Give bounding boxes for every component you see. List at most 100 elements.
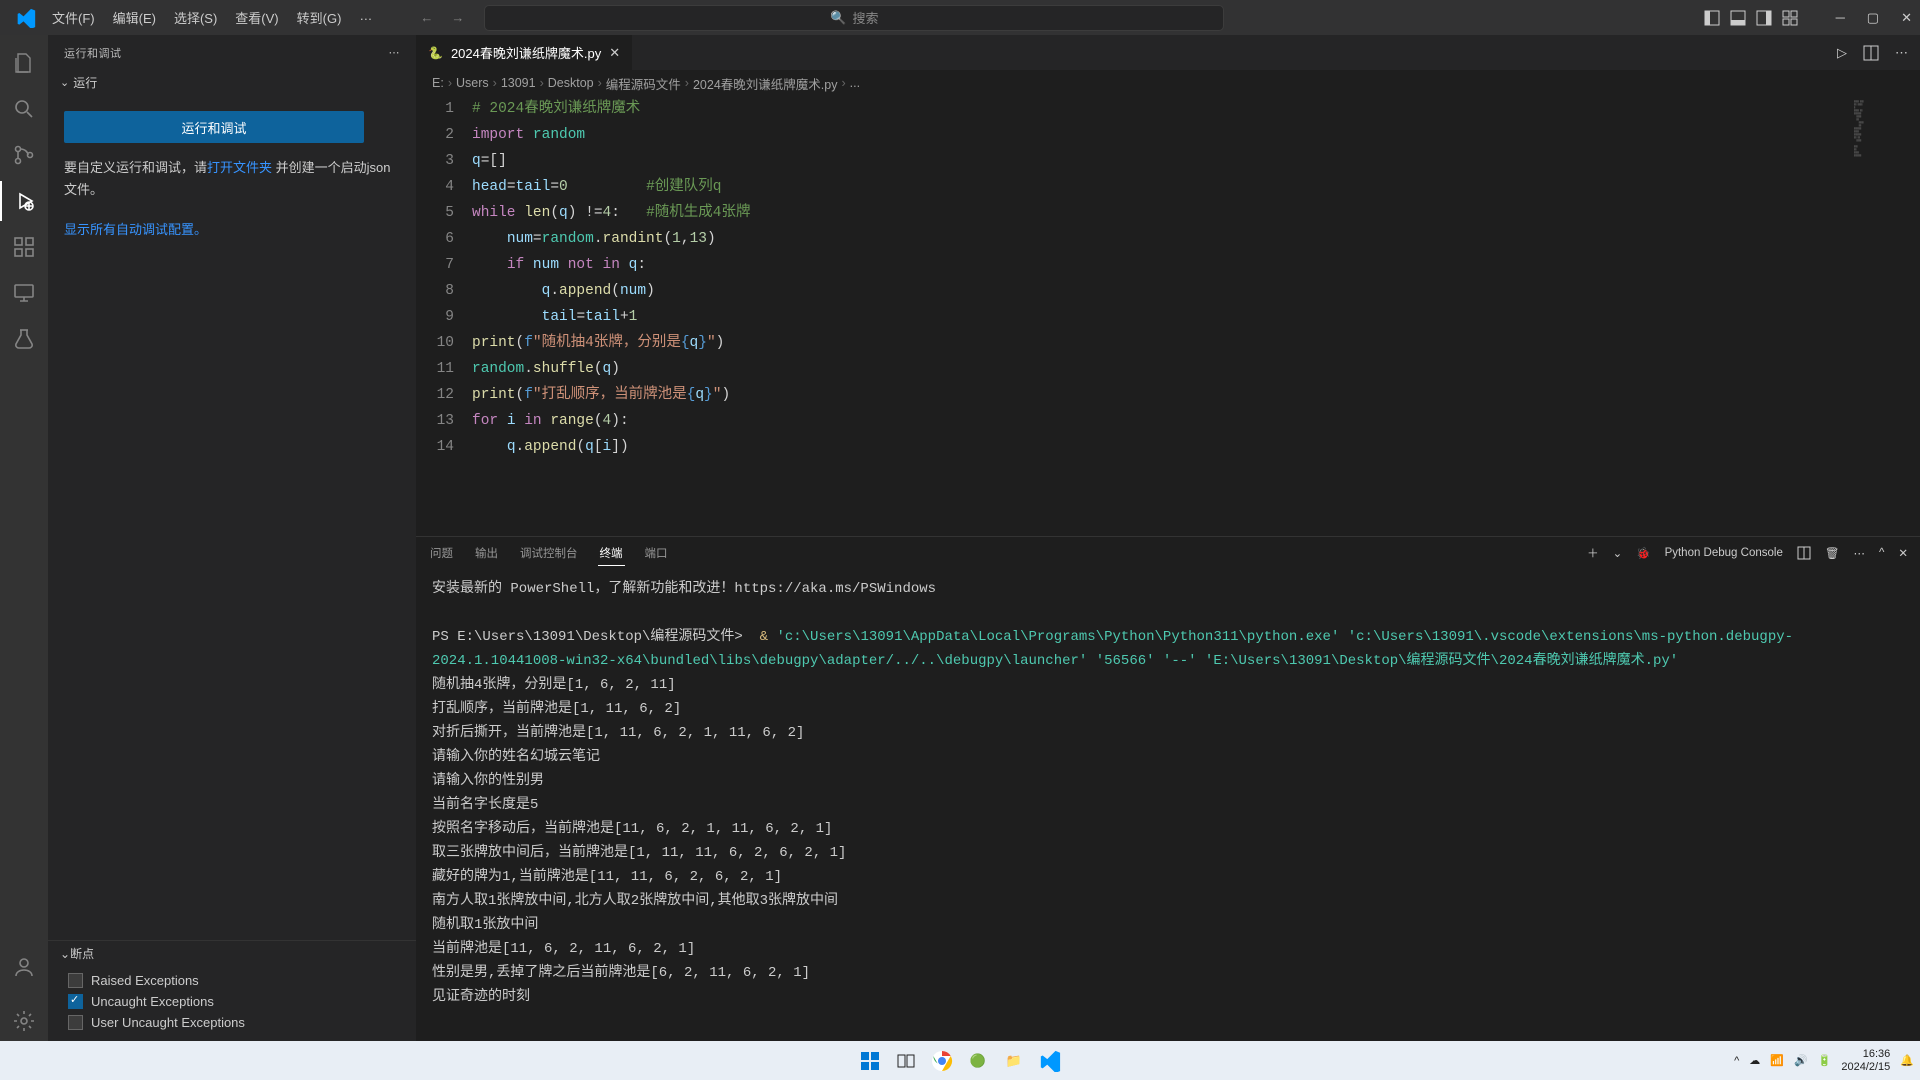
terminal-dropdown-icon[interactable]: ⌄	[1613, 546, 1623, 560]
breakpoint-item[interactable]: Uncaught Exceptions	[68, 991, 404, 1012]
menu-more[interactable]: …	[351, 4, 380, 31]
settings-gear-icon[interactable]	[0, 1001, 48, 1041]
sidebar-section-run[interactable]: ⌄ 运行	[48, 70, 416, 95]
nav-back-icon[interactable]: ←	[420, 10, 433, 25]
terminal-profile-label[interactable]: Python Debug Console	[1665, 547, 1783, 559]
explorer-icon[interactable]	[0, 43, 48, 83]
accounts-icon[interactable]	[0, 947, 48, 987]
split-terminal-icon[interactable]	[1797, 546, 1811, 560]
tray-clock[interactable]: 16:362024/2/15	[1841, 1048, 1890, 1074]
command-center-search[interactable]: 🔍 搜索	[484, 5, 1224, 31]
remote-explorer-icon[interactable]	[0, 273, 48, 313]
menu-select[interactable]: 选择(S)	[166, 4, 225, 31]
kill-terminal-icon[interactable]: 🗑	[1825, 546, 1840, 560]
editor-tab[interactable]: 🐍 2024春晚刘谦纸牌魔术.py ✕	[416, 35, 633, 70]
menu-view[interactable]: 查看(V)	[227, 4, 286, 31]
breadcrumb-segment[interactable]: Desktop	[548, 76, 594, 90]
editor-area: 🐍 2024春晚刘谦纸牌魔术.py ✕ ▷ ⋯ E: › Users › 130…	[416, 35, 1920, 1041]
sidebar-hint: 要自定义运行和调试，请打开文件夹 并创建一个启动json 文件。	[64, 157, 400, 201]
tray-onedrive-icon[interactable]: ☁	[1749, 1054, 1760, 1067]
start-menu-icon[interactable]	[856, 1047, 884, 1075]
bottom-panel: 问题 输出 调试控制台 终端 端口 ＋ ⌄ 🐞 Python Debug Con…	[416, 536, 1920, 1041]
tray-volume-icon[interactable]: 🔊	[1794, 1054, 1808, 1067]
search-placeholder: 搜索	[853, 8, 879, 27]
close-tab-icon[interactable]: ✕	[609, 45, 620, 61]
vscode-taskbar-icon[interactable]	[1036, 1047, 1064, 1075]
search-icon: 🔍	[830, 10, 846, 26]
split-editor-icon[interactable]	[1863, 45, 1879, 61]
close-panel-icon[interactable]: ✕	[1898, 546, 1908, 560]
new-terminal-icon[interactable]: ＋	[1587, 545, 1599, 561]
customize-layout-icon[interactable]	[1782, 10, 1798, 26]
chevron-down-icon: ⌄	[60, 947, 70, 961]
extensions-icon[interactable]	[0, 227, 48, 267]
panel-more-icon[interactable]: ⋯	[1853, 546, 1865, 560]
panel-tab-debug-console[interactable]: 调试控制台	[518, 541, 580, 565]
run-file-icon[interactable]: ▷	[1837, 45, 1847, 61]
sidebar-title: 运行和调试	[64, 45, 122, 61]
sidebar-section-label: 运行	[73, 74, 97, 91]
menu-edit[interactable]: 编辑(E)	[105, 4, 164, 31]
toggle-primary-sidebar-icon[interactable]	[1704, 10, 1720, 26]
breakpoint-item[interactable]: Raised Exceptions	[68, 970, 404, 991]
breadcrumb-segment[interactable]: Users	[456, 76, 489, 90]
maximize-panel-icon[interactable]: ^	[1879, 547, 1884, 559]
run-debug-icon[interactable]	[0, 181, 48, 221]
panel-tab-terminal[interactable]: 终端	[598, 541, 625, 566]
open-folder-link[interactable]: 打开文件夹	[207, 160, 272, 175]
chrome-icon[interactable]	[928, 1047, 956, 1075]
panel-tab-output[interactable]: 输出	[473, 541, 500, 565]
code-editor[interactable]: 1234567891011121314 # 2024春晚刘谦纸牌魔术import…	[416, 96, 1920, 536]
titlebar: 文件(F) 编辑(E) 选择(S) 查看(V) 转到(G) … ← → 🔍 搜索…	[0, 0, 1920, 35]
breakpoint-label: Uncaught Exceptions	[91, 994, 214, 1009]
editor-tabs: 🐍 2024春晚刘谦纸牌魔术.py ✕ ▷ ⋯	[416, 35, 1920, 70]
menu-file[interactable]: 文件(F)	[44, 4, 103, 31]
panel-tab-problems[interactable]: 问题	[428, 541, 455, 565]
breadcrumb-segment[interactable]: 13091	[501, 76, 536, 90]
task-view-icon[interactable]	[892, 1047, 920, 1075]
checkbox[interactable]	[68, 1015, 83, 1030]
source-control-icon[interactable]	[0, 135, 48, 175]
panel-tab-ports[interactable]: 端口	[643, 541, 670, 565]
tab-filename: 2024春晚刘谦纸牌魔术.py	[451, 43, 601, 62]
tray-expand-icon[interactable]: ^	[1734, 1055, 1739, 1067]
breakpoint-item[interactable]: User Uncaught Exceptions	[68, 1012, 404, 1033]
debug-icon: 🐞	[1636, 546, 1650, 560]
checkbox[interactable]	[68, 973, 83, 988]
window-minimize-icon[interactable]: ─	[1836, 10, 1845, 26]
show-all-configs-link[interactable]: 显示所有自动调试配置。	[64, 222, 207, 237]
breakpoints-section[interactable]: ⌄ 断点	[48, 940, 416, 966]
nav-forward-icon[interactable]: →	[451, 10, 464, 25]
menu-goto[interactable]: 转到(G)	[289, 4, 350, 31]
search-activity-icon[interactable]	[0, 89, 48, 129]
app-icon[interactable]: 🟢	[964, 1047, 992, 1075]
breadcrumb-segment[interactable]: 编程源码文件	[606, 74, 681, 93]
breadcrumb-segment[interactable]: E:	[432, 76, 444, 90]
main-menu: 文件(F) 编辑(E) 选择(S) 查看(V) 转到(G) …	[44, 4, 380, 31]
file-explorer-icon[interactable]: 📁	[1000, 1047, 1028, 1075]
breadcrumb-segment[interactable]: 2024春晚刘谦纸牌魔术.py	[693, 74, 837, 93]
terminal-content[interactable]: 安装最新的 PowerShell，了解新功能和改进！https://aka.ms…	[416, 569, 1920, 1041]
testing-icon[interactable]	[0, 319, 48, 359]
window-close-icon[interactable]: ✕	[1901, 10, 1912, 26]
toggle-panel-icon[interactable]	[1730, 10, 1746, 26]
tray-battery-icon[interactable]: 🔋	[1818, 1054, 1832, 1067]
sidebar-run-debug: 运行和调试 ⋯ ⌄ 运行 运行和调试 要自定义运行和调试，请打开文件夹 并创建一…	[48, 35, 416, 1041]
toggle-secondary-sidebar-icon[interactable]	[1756, 10, 1772, 26]
window-maximize-icon[interactable]: ▢	[1867, 10, 1879, 26]
python-file-icon: 🐍	[428, 46, 443, 60]
editor-more-icon[interactable]: ⋯	[1895, 45, 1908, 61]
breadcrumb-segment[interactable]: ...	[850, 76, 860, 90]
breadcrumb[interactable]: E: › Users › 13091 › Desktop › 编程源码文件 › …	[416, 70, 1920, 96]
checkbox[interactable]	[68, 994, 83, 1009]
breakpoint-label: User Uncaught Exceptions	[91, 1015, 245, 1030]
sidebar-more-icon[interactable]: ⋯	[389, 46, 401, 59]
tray-wifi-icon[interactable]: 📶	[1770, 1054, 1784, 1067]
tray-notifications-icon[interactable]: 🔔	[1900, 1054, 1914, 1067]
run-and-debug-button[interactable]: 运行和调试	[64, 111, 364, 143]
chevron-down-icon: ⌄	[60, 76, 69, 89]
minimap[interactable]: ████ █████ █████████ ████████ ████ ██ ██…	[1850, 96, 1920, 536]
windows-taskbar: 🟢 📁 ^ ☁ 📶 🔊 🔋 16:362024/2/15 🔔	[0, 1041, 1920, 1080]
vscode-logo-icon	[16, 8, 36, 28]
breakpoints-title: 断点	[70, 945, 94, 962]
